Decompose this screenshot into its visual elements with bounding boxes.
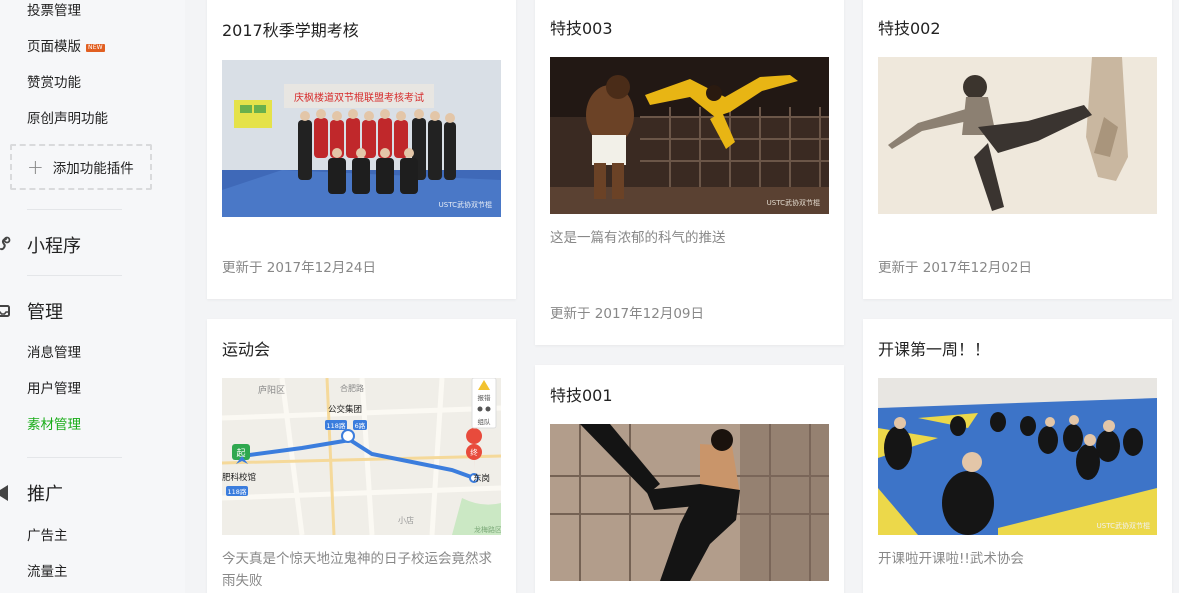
watermark-text: USTC武协双节棍 (1097, 521, 1150, 530)
card-title[interactable]: 特技001 (550, 382, 613, 406)
svg-text:118路: 118路 (327, 421, 346, 430)
sidebar: 投票管理 页面模版 NEW 赞赏功能 原创声明功能 + 添加功能插件 小程序 管理… (0, 0, 185, 593)
card-title[interactable]: 运动会 (222, 336, 270, 360)
sidebar-item-message-manage[interactable]: 消息管理 (27, 344, 81, 362)
card-date: 更新于 2017年12月09日 (550, 306, 705, 322)
card-title[interactable]: 特技002 (878, 15, 941, 39)
card-cover-image[interactable]: USTC武协双节棍 (550, 57, 829, 214)
svg-text:组队: 组队 (478, 417, 492, 426)
svg-text:东岗: 东岗 (473, 473, 490, 484)
sidebar-item-publisher[interactable]: 流量主 (27, 563, 68, 581)
divider (27, 457, 122, 458)
card-description: 今天真是个惊天地泣鬼神的日子校运会竟然求雨失败 (222, 551, 492, 589)
sidebar-item-user-manage[interactable]: 用户管理 (27, 380, 81, 398)
sidebar-section-mini-program[interactable]: 小程序 (0, 232, 81, 258)
card-date: 更新于 2017年12月24日 (222, 260, 377, 276)
sidebar-section-manage[interactable]: 管理 (0, 298, 63, 324)
svg-text:6路: 6路 (355, 421, 366, 430)
sidebar-item-material-manage[interactable]: 素材管理 (27, 416, 81, 434)
card-title[interactable]: 特技003 (550, 15, 613, 39)
card-cover-image[interactable] (878, 57, 1157, 214)
card-description: 开课啦开课啦!!武术协会 (878, 551, 1024, 567)
article-card[interactable]: 特技002 更新于 2017年12月02日 (863, 0, 1172, 299)
new-badge: NEW (86, 44, 105, 52)
add-plugin-button[interactable]: + 添加功能插件 (10, 144, 152, 190)
card-date: 更新于 2017年12月02日 (878, 260, 1033, 276)
promote-icon (0, 483, 27, 503)
article-card[interactable]: 2017秋季学期考核 庆枫楼道双节棍联盟考核考试 USTC武协双节棍 更新于 2… (207, 0, 516, 299)
article-card[interactable]: 开课第一周！！ USTC武协双节棍 开课啦开课啦!!武术协会 (863, 319, 1172, 593)
card-cover-image[interactable]: 庆枫楼道双节棍联盟考核考试 USTC武协双节棍 (222, 60, 501, 217)
article-card[interactable]: 特技003 USTC武协双节棍 这是一篇有浓郁的科气的推送 更新于 2017年1… (535, 0, 844, 345)
mini-program-icon (0, 235, 27, 255)
card-cover-image[interactable]: USTC武协双节棍 (878, 378, 1157, 535)
svg-text:合肥路: 合肥路 (340, 383, 364, 393)
sidebar-section-promote[interactable]: 推广 (0, 480, 63, 506)
divider (27, 275, 122, 276)
svg-text:龙梅路区: 龙梅路区 (474, 525, 501, 534)
manage-icon (0, 301, 27, 321)
card-cover-image map-image[interactable]: 庐阳区 合肥路 公交集团 118路 6路 起 肥科校馆 118路 终 东岗 小店… (222, 378, 501, 535)
svg-text:终: 终 (470, 447, 478, 457)
card-description: 这是一篇有浓郁的科气的推送 (550, 230, 726, 246)
svg-text:小店: 小店 (398, 515, 414, 525)
card-cover-image[interactable] (550, 424, 829, 581)
card-title[interactable]: 2017秋季学期考核 (222, 17, 359, 41)
add-plugin-label: 添加功能插件 (52, 161, 134, 177)
sidebar-item-advertiser[interactable]: 广告主 (27, 527, 68, 545)
sidebar-item-reward[interactable]: 赞赏功能 (27, 74, 81, 92)
svg-text:肥科校馆: 肥科校馆 (222, 472, 256, 483)
banner-text: 庆枫楼道双节棍联盟考核考试 (294, 91, 424, 104)
svg-text:118路: 118路 (228, 487, 247, 496)
svg-text:报错: 报错 (478, 393, 492, 402)
article-card[interactable]: 运动会 庐阳区 合肥路 公交集团 118路 6路 起 肥科校馆 118路 终 东… (207, 319, 516, 593)
divider (27, 209, 122, 210)
svg-text:庐阳区: 庐阳区 (258, 384, 285, 396)
watermark-text: USTC武协双节棍 (439, 200, 492, 209)
card-title[interactable]: 开课第一周！！ (878, 336, 990, 360)
sidebar-item-page-template[interactable]: 页面模版 NEW (27, 38, 105, 56)
article-card[interactable]: 特技001 (535, 365, 844, 593)
sidebar-item-original-claim[interactable]: 原创声明功能 (27, 110, 108, 128)
watermark-text: USTC武协双节棍 (767, 198, 820, 207)
sidebar-item-vote-manage[interactable]: 投票管理 (27, 2, 81, 20)
plus-icon: + (27, 155, 44, 179)
svg-text:公交集团: 公交集团 (328, 404, 362, 415)
